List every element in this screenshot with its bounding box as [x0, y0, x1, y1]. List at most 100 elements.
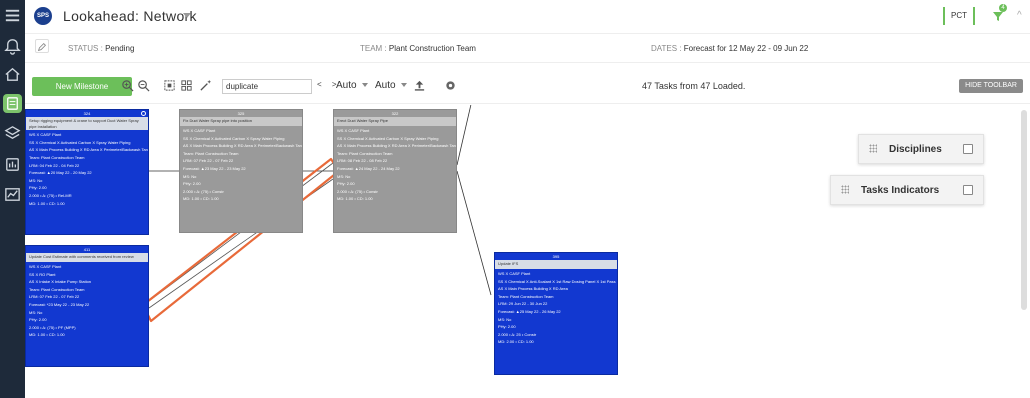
vertical-scrollbar[interactable] [1021, 110, 1027, 310]
dates-value: Forecast for 12 May 22 - 09 Jun 22 [683, 44, 809, 53]
card-row: Team: Plant Construction Team [183, 150, 239, 156]
hide-toolbar-button[interactable]: HIDE TOOLBAR [959, 79, 1023, 93]
card-row: MS: No [183, 173, 197, 179]
card-row: Team: Plant Construction Team [29, 154, 85, 160]
task-card[interactable]: 324 Setup rigging equipment & crane to s… [25, 109, 149, 235]
card-row: Team: Plant Construction Team [29, 286, 85, 292]
dates-label: DATES [651, 44, 678, 53]
task-card[interactable]: 325 Fix Duct Water Spray pipe into posit… [179, 109, 303, 233]
card-row: MD: 1.00 • CD: 1.00 [183, 196, 219, 202]
card-row: Forecast: ▲23 May 22 - 23 May 22 [183, 165, 246, 171]
zoom-out-icon[interactable] [137, 79, 150, 92]
page-title[interactable]: Lookahead: Network [63, 8, 197, 24]
tasks-indicators-panel[interactable]: Tasks Indicators [830, 175, 984, 205]
card-row: 2.000 • Δ: (75) • Constr [183, 188, 224, 194]
card-row: WS X CASF Plant [498, 271, 531, 276]
grid-layout-icon[interactable] [180, 79, 193, 92]
tasks-loaded-text: 47 Tasks from 47 Loaded. [642, 81, 746, 91]
card-row: MD: 2.00 • CD: 1.00 [498, 339, 534, 345]
task-card[interactable]: 322 Erect Duct Water Spray Pipe WS X CAS… [333, 109, 457, 233]
edit-pencil-icon[interactable] [35, 39, 49, 53]
card-row: PHy: 2.00 [29, 317, 47, 323]
gear-icon[interactable] [444, 79, 457, 92]
disciplines-checkbox[interactable] [963, 144, 973, 154]
card-row: SS X Chemical X Activated Carbon X Spray… [183, 135, 285, 141]
card-row: PHy: 2.00 [29, 185, 47, 191]
auto-select-1[interactable]: Auto [336, 80, 368, 91]
hamburger-menu-icon[interactable] [3, 6, 22, 25]
zoom-in-icon[interactable] [121, 79, 134, 92]
card-row: AS X Intake X Intake Pump Station [29, 279, 92, 285]
card-status-dot [141, 111, 146, 116]
bell-icon[interactable] [3, 37, 22, 56]
sps-logo: SPS [34, 7, 52, 25]
pct-button[interactable]: PCT [943, 7, 975, 25]
card-row: Forecast: ▲24 May 22 - 24 May 22 [337, 165, 400, 171]
chevron-up-icon[interactable]: ^ [1017, 10, 1022, 21]
layers-icon[interactable] [3, 124, 22, 143]
card-title: Erect Duct Water Spray Pipe [334, 117, 456, 126]
left-nav [0, 0, 25, 398]
card-row: SS X RO Plant [29, 271, 56, 277]
magic-wand-icon[interactable] [199, 79, 212, 92]
card-title: Update Cost Estimate with comments recei… [26, 253, 148, 262]
card-row: MD: 1.00 • CD: 1.00 [337, 196, 373, 202]
card-row: MS: No [29, 177, 43, 183]
analytics-icon[interactable] [3, 185, 22, 204]
chevron-down-icon[interactable] [183, 13, 191, 18]
search-input[interactable] [222, 79, 312, 94]
card-row: LRM: 04 Feb 22 - 04 Feb 22 [29, 162, 80, 168]
card-row: WS X CASF Plant [29, 264, 62, 269]
disciplines-panel[interactable]: Disciplines [858, 134, 984, 164]
auto-select-1-value: Auto [336, 80, 357, 91]
auto-select-2[interactable]: Auto [375, 80, 407, 91]
drag-handle-icon[interactable] [841, 185, 849, 194]
card-id: 324 [83, 111, 91, 116]
card-id: 322 [391, 111, 399, 116]
card-row: 2.000 • Δ: 25 • Constr [498, 331, 537, 337]
network-canvas[interactable]: 324 Setup rigging equipment & crane to s… [25, 105, 1020, 398]
drag-handle-icon[interactable] [869, 144, 877, 153]
connector-line [456, 105, 472, 166]
card-row: WS X CASF Plant [29, 132, 62, 138]
card-row: WS X CASF Plant [183, 128, 216, 133]
card-row: 2.000 • Δ: (75) • Constr [337, 188, 378, 194]
info-bar: STATUS : Pending TEAM : Plant Constructi… [25, 33, 1030, 63]
status-value: Pending [105, 44, 135, 53]
reports-icon[interactable] [3, 155, 22, 174]
task-card[interactable]: 411 Update Cost Estimate with comments r… [25, 245, 149, 367]
card-row: PHy: 2.00 [183, 181, 201, 187]
dates-info: DATES : Forecast for 12 May 22 - 09 Jun … [651, 44, 809, 53]
card-row: LRM: 29 Jun 22 - 30 Jun 22 [498, 301, 548, 307]
card-row: MD: 1.00 • CD: 1.00 [29, 200, 65, 206]
card-row: 2.000 • Δ: (75) • PF (MPP) [29, 324, 76, 330]
lookahead-icon[interactable] [3, 94, 22, 113]
card-id: 325 [237, 111, 245, 116]
card-id: 411 [83, 247, 91, 252]
card-row: MS: No [337, 173, 351, 179]
tasks-indicators-checkbox[interactable] [963, 185, 973, 195]
auto-select-2-value: Auto [375, 80, 396, 91]
card-row: Forecast: ▲25 May 22 - 26 May 22 [498, 308, 561, 314]
task-card[interactable]: 395 Update IFS WS X CASF Plant SS X Chem… [494, 252, 618, 375]
upload-icon[interactable] [413, 79, 426, 92]
card-row: Team: Plant Construction Team [498, 293, 554, 299]
card-row: Forecast: *23 May 22 - 23 May 22 [29, 301, 90, 307]
card-row: WS X CASF Plant [337, 128, 370, 133]
card-row: Team: Plant Construction Team [337, 150, 393, 156]
team-info: TEAM : Plant Construction Team [360, 44, 476, 53]
card-title: Fix Duct Water Spray pipe into position [180, 117, 302, 126]
fit-view-icon[interactable] [163, 79, 176, 92]
tasks-indicators-label: Tasks Indicators [861, 185, 940, 196]
status-info: STATUS : Pending [68, 44, 135, 53]
card-row: Forecast: ▲20 May 22 - 20 May 22 [29, 170, 92, 176]
card-row: LRM: 08 Feb 22 - 08 Feb 22 [337, 158, 388, 164]
card-row: MS: No [29, 309, 43, 315]
new-milestone-button[interactable]: New Milestone [32, 77, 132, 96]
home-icon[interactable] [3, 65, 22, 84]
team-value: Plant Construction Team [388, 44, 476, 53]
filter-count-badge: 4 [999, 4, 1007, 12]
card-row: SS X Chemical X Anti-Scalant X 1st Raw D… [498, 278, 617, 284]
card-row: MS: No [498, 316, 512, 322]
disciplines-label: Disciplines [889, 144, 942, 155]
